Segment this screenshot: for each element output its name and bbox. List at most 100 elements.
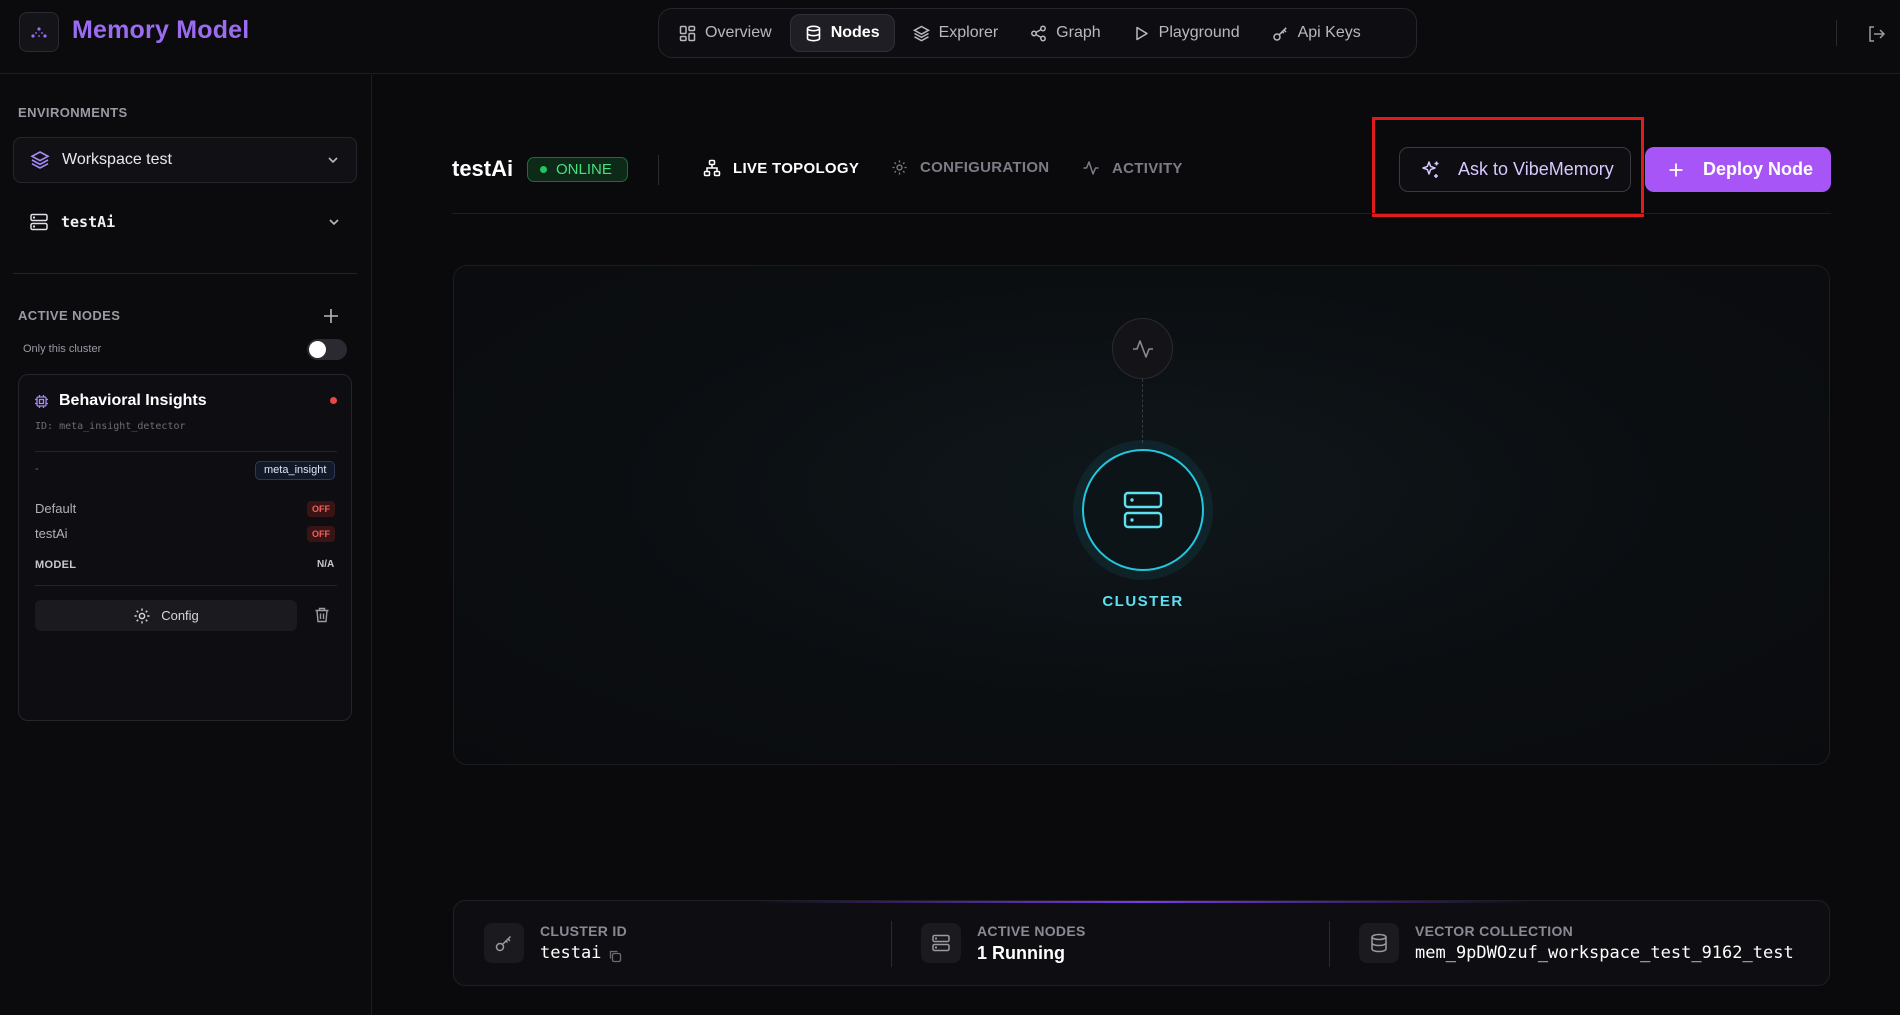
node-tag: meta_insight — [255, 461, 336, 480]
stat-icon — [484, 923, 524, 963]
environments-label: ENVIRONMENTS — [18, 105, 128, 120]
env-row-label: Default — [35, 501, 77, 516]
model-value: N/A — [317, 559, 335, 570]
server-icon — [932, 934, 950, 952]
tab-label: ACTIVITY — [1112, 159, 1183, 177]
card-divider — [35, 451, 337, 452]
cluster-node[interactable] — [1082, 449, 1204, 571]
activity-node[interactable] — [1112, 318, 1173, 379]
env-row-label: testAi — [35, 526, 68, 541]
page-title: testAi — [452, 156, 514, 181]
environment-value: Workspace test — [62, 151, 172, 168]
main-divider — [452, 213, 1831, 214]
brand-title: Memory Model — [72, 16, 250, 44]
only-cluster-toggle[interactable] — [307, 339, 347, 360]
stat-label: CLUSTER ID — [540, 923, 627, 939]
gear-icon — [892, 160, 907, 175]
logout-icon[interactable] — [1866, 24, 1886, 44]
highlight-annotation — [1372, 117, 1644, 217]
status-badge[interactable]: OFF — [307, 526, 335, 542]
tab-live-topology[interactable]: LIVE TOPOLOGY — [703, 159, 859, 177]
nav-api-keys-label: Api Keys — [1297, 24, 1361, 41]
nav-playground[interactable]: Playground — [1119, 14, 1254, 52]
tab-configuration[interactable]: CONFIGURATION — [891, 159, 1049, 176]
nav-playground-label: Playground — [1158, 24, 1240, 41]
cluster-select[interactable]: testAi — [13, 199, 357, 245]
cluster-value: testAi — [61, 213, 116, 231]
trash-icon[interactable] — [313, 606, 331, 624]
top-header: Memory Model Overview Nodes Explorer Gra… — [0, 0, 1900, 74]
logo-icon — [31, 27, 47, 38]
status-badge[interactable]: OFF — [307, 501, 335, 517]
gear-icon — [134, 608, 150, 623]
nav-overview-label: Overview — [705, 24, 772, 41]
nav-graph[interactable]: Graph — [1016, 14, 1114, 52]
activity-icon — [1132, 339, 1153, 358]
tab-activity[interactable]: ACTIVITY — [1082, 159, 1183, 177]
layers-icon — [912, 25, 930, 41]
topology-canvas[interactable]: CLUSTER — [453, 265, 1830, 765]
tab-label: CONFIGURATION — [920, 159, 1050, 176]
copy-icon[interactable] — [608, 949, 622, 963]
stat-value: mem_9pDWOzuf_workspace_test_9162_test — [1415, 943, 1794, 963]
server-icon — [30, 213, 48, 231]
stat-label: ACTIVE NODES — [977, 923, 1086, 939]
chevron-down-icon — [329, 219, 339, 226]
grid-icon — [679, 25, 696, 41]
activity-icon — [1083, 161, 1099, 175]
stat-icon — [921, 923, 961, 963]
plus-icon — [1669, 163, 1683, 176]
deploy-node-button[interactable]: Deploy Node — [1645, 147, 1831, 192]
stat-vector-collection: VECTOR COLLECTION mem_9pDWOzuf_workspace… — [1329, 901, 1829, 985]
deploy-button-label: Deploy Node — [1703, 159, 1814, 179]
database-icon — [806, 24, 820, 42]
stats-bar: CLUSTER ID testai ACTIVE NODES 1 Running… — [453, 900, 1830, 986]
nav-api-keys[interactable]: Api Keys — [1258, 14, 1375, 52]
node-status-dot — [330, 397, 337, 404]
stat-icon — [1359, 923, 1399, 963]
card-divider — [35, 585, 337, 586]
status-text: ONLINE — [556, 161, 612, 178]
stat-active-nodes: ACTIVE NODES 1 Running — [891, 901, 1329, 985]
only-cluster-label: Only this cluster — [23, 343, 102, 355]
node-card[interactable]: Behavioral Insights ID: meta_insight_det… — [18, 374, 352, 721]
plus-icon[interactable] — [321, 306, 341, 326]
online-dot — [540, 166, 547, 173]
toggle-knob — [309, 341, 326, 358]
config-button[interactable]: Config — [35, 600, 297, 631]
database-icon — [1371, 933, 1387, 953]
sidebar: ENVIRONMENTS Workspace test testAi ACTIV… — [0, 75, 372, 1015]
node-id: ID: meta_insight_detector — [35, 421, 186, 432]
topology-icon — [703, 159, 721, 177]
nav-overview[interactable]: Overview — [665, 14, 786, 52]
title-divider — [658, 155, 659, 185]
node-description: - — [35, 463, 39, 475]
nav-explorer[interactable]: Explorer — [899, 14, 1013, 52]
stat-cluster-id: CLUSTER ID testai — [454, 901, 891, 985]
stat-label: VECTOR COLLECTION — [1415, 923, 1574, 939]
nav-graph-label: Graph — [1056, 24, 1101, 41]
play-icon — [1135, 26, 1148, 40]
topology-connector — [1142, 379, 1143, 443]
header-divider — [1836, 20, 1837, 46]
key-icon — [1272, 26, 1287, 41]
active-nodes-label: ACTIVE NODES — [18, 308, 121, 323]
share-icon — [1031, 25, 1047, 41]
main-nav: Overview Nodes Explorer Graph Playground… — [658, 8, 1417, 58]
node-title: Behavioral Insights — [59, 392, 207, 409]
nav-explorer-label: Explorer — [938, 24, 999, 41]
key-icon — [495, 935, 512, 952]
tab-label: LIVE TOPOLOGY — [733, 159, 860, 177]
environment-select[interactable]: Workspace test — [13, 137, 357, 183]
layers-icon — [30, 151, 50, 169]
cpu-icon — [35, 395, 48, 408]
chevron-down-icon — [328, 157, 338, 164]
sidebar-divider — [13, 273, 357, 274]
stat-value: 1 Running — [977, 943, 1065, 963]
nav-nodes-label: Nodes — [830, 24, 880, 41]
stat-value: testai — [540, 943, 602, 963]
logo[interactable] — [19, 12, 59, 52]
server-icon — [1123, 491, 1163, 529]
nav-nodes[interactable]: Nodes — [789, 14, 895, 52]
config-button-label: Config — [161, 608, 199, 623]
